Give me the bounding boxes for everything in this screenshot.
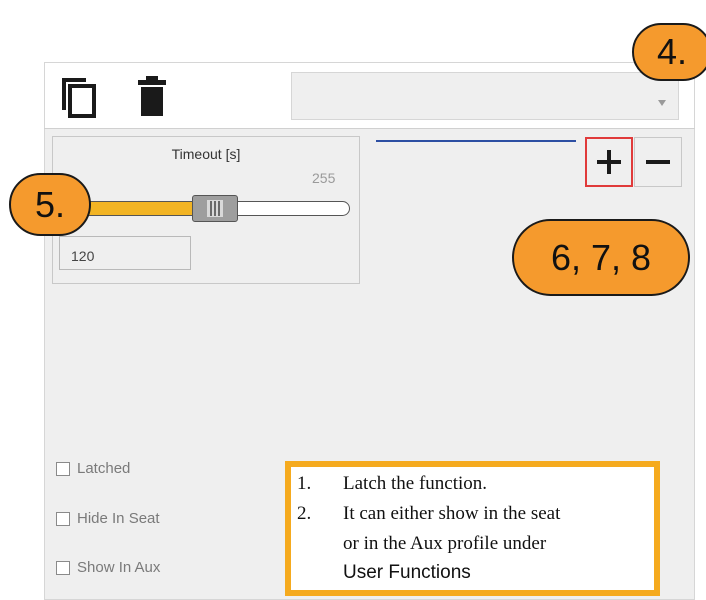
- add-button[interactable]: [585, 137, 633, 187]
- note-item-text: It can either show in the seat: [343, 503, 561, 524]
- slider-max-label: 255: [312, 170, 336, 186]
- plus-icon: [597, 150, 621, 174]
- timeout-label: Timeout [s]: [171, 146, 241, 162]
- copy-icon[interactable]: [58, 74, 98, 118]
- callout-6-7-8: 6, 7, 8: [512, 219, 690, 296]
- blue-divider: [376, 140, 576, 142]
- remove-button[interactable]: [634, 137, 682, 187]
- chevron-down-icon: [658, 93, 666, 106]
- latched-label: Latched: [77, 460, 131, 477]
- minus-icon: [646, 160, 670, 164]
- latched-checkbox-row[interactable]: Latched: [56, 460, 130, 477]
- note-continuation-sans: User Functions: [343, 562, 471, 583]
- toolbar-divider: [44, 128, 695, 129]
- slider-thumb[interactable]: [192, 195, 239, 222]
- note-continuation: or in the Aux profile under: [343, 533, 547, 554]
- note-item: 2. It can either show in the seat: [297, 503, 560, 525]
- show-in-aux-checkbox-row[interactable]: Show In Aux: [56, 559, 160, 576]
- hide-in-seat-checkbox[interactable]: [56, 511, 70, 526]
- show-in-aux-checkbox[interactable]: [56, 560, 70, 575]
- note-item-number: 2.: [297, 503, 312, 524]
- latched-checkbox[interactable]: [56, 461, 70, 476]
- timeout-value-field[interactable]: 120: [59, 236, 191, 270]
- profile-dropdown[interactable]: [291, 72, 679, 120]
- callout-5: 5.: [9, 173, 91, 236]
- note-item: 1. Latch the function.: [297, 473, 487, 495]
- hide-in-seat-checkbox-row[interactable]: Hide In Seat: [56, 510, 160, 527]
- callout-4: 4.: [632, 23, 706, 81]
- annotation-note: 1. Latch the function. 2. It can either …: [285, 461, 660, 596]
- hide-in-seat-label: Hide In Seat: [77, 510, 160, 527]
- show-in-aux-label: Show In Aux: [77, 559, 161, 576]
- note-item-number: 1.: [297, 473, 312, 494]
- note-item-text: Latch the function.: [343, 473, 488, 494]
- trash-icon[interactable]: [136, 76, 168, 116]
